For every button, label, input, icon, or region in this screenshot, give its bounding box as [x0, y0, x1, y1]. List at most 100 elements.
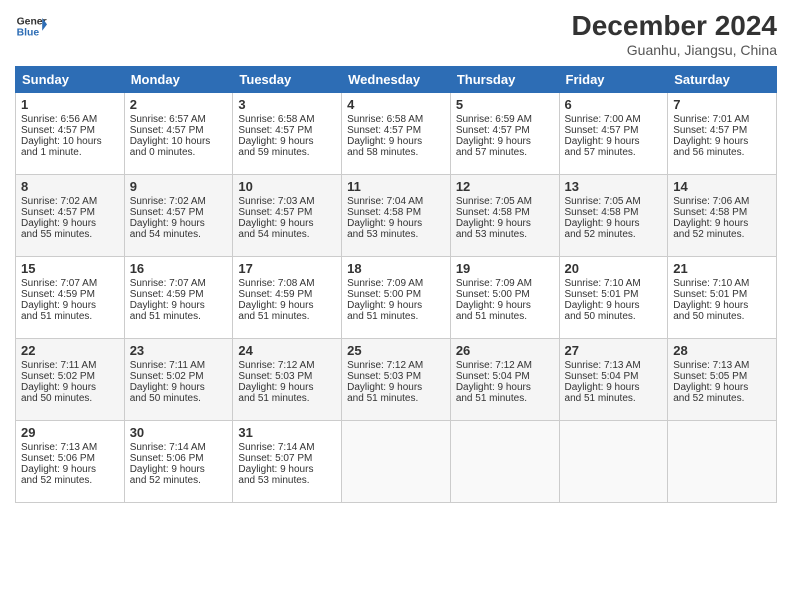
day-info: Daylight: 9 hours	[130, 218, 228, 229]
week-row-1: 1Sunrise: 6:56 AMSunset: 4:57 PMDaylight…	[16, 93, 777, 175]
day-info: Daylight: 9 hours	[673, 382, 771, 393]
day-info: Daylight: 9 hours	[673, 136, 771, 147]
calendar-cell	[342, 421, 451, 503]
day-info: Daylight: 9 hours	[21, 382, 119, 393]
day-info: Sunrise: 7:07 AM	[21, 278, 119, 289]
day-info: Daylight: 9 hours	[238, 218, 336, 229]
day-number: 5	[456, 97, 554, 112]
day-info: Sunrise: 7:00 AM	[565, 114, 663, 125]
day-info: Daylight: 9 hours	[238, 300, 336, 311]
day-info: and 54 minutes.	[238, 229, 336, 240]
day-info: Daylight: 9 hours	[347, 382, 445, 393]
day-info: and 52 minutes.	[565, 229, 663, 240]
logo-icon: General Blue	[15, 10, 47, 42]
day-info: and 51 minutes.	[565, 393, 663, 404]
day-info: and 58 minutes.	[347, 147, 445, 158]
day-info: and 50 minutes.	[673, 311, 771, 322]
day-info: and 53 minutes.	[347, 229, 445, 240]
day-info: Sunset: 4:57 PM	[347, 125, 445, 136]
day-info: Sunset: 4:57 PM	[130, 125, 228, 136]
day-info: Sunrise: 6:57 AM	[130, 114, 228, 125]
day-info: and 51 minutes.	[456, 393, 554, 404]
day-info: Sunset: 4:57 PM	[565, 125, 663, 136]
calendar-cell: 28Sunrise: 7:13 AMSunset: 5:05 PMDayligh…	[668, 339, 777, 421]
day-info: Daylight: 9 hours	[565, 382, 663, 393]
day-info: Sunset: 5:01 PM	[673, 289, 771, 300]
day-info: Sunrise: 7:05 AM	[456, 196, 554, 207]
day-info: Sunset: 4:57 PM	[130, 207, 228, 218]
day-info: Sunrise: 7:14 AM	[130, 442, 228, 453]
day-number: 24	[238, 343, 336, 358]
day-info: Sunrise: 6:58 AM	[347, 114, 445, 125]
day-info: Sunrise: 7:13 AM	[21, 442, 119, 453]
day-info: Sunset: 4:59 PM	[238, 289, 336, 300]
calendar-cell	[559, 421, 668, 503]
day-info: and 51 minutes.	[238, 311, 336, 322]
calendar-cell: 10Sunrise: 7:03 AMSunset: 4:57 PMDayligh…	[233, 175, 342, 257]
day-info: Sunset: 5:04 PM	[565, 371, 663, 382]
title-block: December 2024 Guanhu, Jiangsu, China	[572, 10, 777, 58]
calendar-cell: 27Sunrise: 7:13 AMSunset: 5:04 PMDayligh…	[559, 339, 668, 421]
day-header-friday: Friday	[559, 67, 668, 93]
day-info: and 51 minutes.	[347, 393, 445, 404]
day-info: Sunrise: 7:10 AM	[565, 278, 663, 289]
week-row-2: 8Sunrise: 7:02 AMSunset: 4:57 PMDaylight…	[16, 175, 777, 257]
day-info: Sunset: 5:02 PM	[130, 371, 228, 382]
day-info: Daylight: 9 hours	[238, 464, 336, 475]
calendar-cell	[668, 421, 777, 503]
day-info: and 52 minutes.	[21, 475, 119, 486]
day-number: 13	[565, 179, 663, 194]
day-info: Daylight: 10 hours	[130, 136, 228, 147]
day-info: Sunset: 5:00 PM	[347, 289, 445, 300]
day-info: Sunrise: 7:07 AM	[130, 278, 228, 289]
calendar-cell: 24Sunrise: 7:12 AMSunset: 5:03 PMDayligh…	[233, 339, 342, 421]
day-info: Sunset: 4:57 PM	[673, 125, 771, 136]
calendar-cell: 15Sunrise: 7:07 AMSunset: 4:59 PMDayligh…	[16, 257, 125, 339]
day-info: Daylight: 9 hours	[673, 218, 771, 229]
day-number: 4	[347, 97, 445, 112]
day-info: Sunrise: 7:11 AM	[21, 360, 119, 371]
day-info: Sunrise: 6:58 AM	[238, 114, 336, 125]
day-number: 1	[21, 97, 119, 112]
day-info: Sunset: 5:04 PM	[456, 371, 554, 382]
day-info: Sunset: 4:58 PM	[673, 207, 771, 218]
day-info: Sunset: 5:06 PM	[130, 453, 228, 464]
day-info: Sunset: 4:59 PM	[130, 289, 228, 300]
day-number: 25	[347, 343, 445, 358]
day-info: and 50 minutes.	[130, 393, 228, 404]
day-info: Sunrise: 6:59 AM	[456, 114, 554, 125]
day-number: 18	[347, 261, 445, 276]
day-number: 30	[130, 425, 228, 440]
day-info: Sunrise: 7:12 AM	[238, 360, 336, 371]
day-info: Sunrise: 7:06 AM	[673, 196, 771, 207]
day-info: Sunrise: 7:01 AM	[673, 114, 771, 125]
day-number: 19	[456, 261, 554, 276]
day-info: Daylight: 9 hours	[456, 136, 554, 147]
day-number: 22	[21, 343, 119, 358]
calendar-cell: 8Sunrise: 7:02 AMSunset: 4:57 PMDaylight…	[16, 175, 125, 257]
day-info: and 51 minutes.	[347, 311, 445, 322]
week-row-5: 29Sunrise: 7:13 AMSunset: 5:06 PMDayligh…	[16, 421, 777, 503]
day-info: Sunrise: 7:13 AM	[565, 360, 663, 371]
calendar-cell: 22Sunrise: 7:11 AMSunset: 5:02 PMDayligh…	[16, 339, 125, 421]
day-info: Sunset: 5:03 PM	[347, 371, 445, 382]
day-info: Sunset: 5:06 PM	[21, 453, 119, 464]
day-info: Daylight: 9 hours	[130, 464, 228, 475]
day-info: Daylight: 9 hours	[347, 136, 445, 147]
day-info: and 51 minutes.	[238, 393, 336, 404]
day-header-sunday: Sunday	[16, 67, 125, 93]
day-number: 11	[347, 179, 445, 194]
day-info: and 51 minutes.	[456, 311, 554, 322]
day-number: 9	[130, 179, 228, 194]
calendar-cell: 6Sunrise: 7:00 AMSunset: 4:57 PMDaylight…	[559, 93, 668, 175]
day-number: 10	[238, 179, 336, 194]
day-info: and 50 minutes.	[21, 393, 119, 404]
svg-text:Blue: Blue	[17, 28, 40, 39]
day-info: Sunset: 4:58 PM	[347, 207, 445, 218]
calendar-cell: 21Sunrise: 7:10 AMSunset: 5:01 PMDayligh…	[668, 257, 777, 339]
location: Guanhu, Jiangsu, China	[572, 42, 777, 58]
day-number: 28	[673, 343, 771, 358]
day-info: and 57 minutes.	[456, 147, 554, 158]
day-info: Daylight: 9 hours	[456, 300, 554, 311]
day-info: and 57 minutes.	[565, 147, 663, 158]
